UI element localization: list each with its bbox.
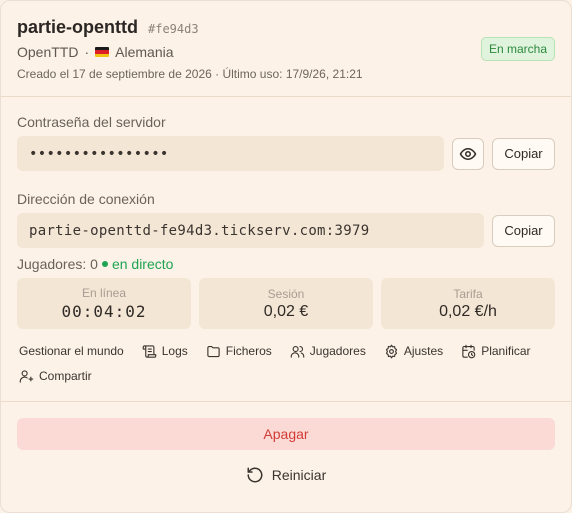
address-row: partie-openttd-fe94d3.tickserv.com:3979 … bbox=[17, 213, 555, 248]
footer: Apagar Reiniciar bbox=[1, 402, 571, 487]
stat-label: Tarifa bbox=[453, 286, 483, 301]
stat-label: Sesión bbox=[267, 286, 305, 301]
folder-icon bbox=[207, 345, 220, 357]
server-card: partie-openttd #fe94d3 OpenTTD · Alemani… bbox=[0, 0, 572, 513]
settings-link[interactable]: Ajustes bbox=[384, 343, 443, 359]
game-name: OpenTTD bbox=[17, 44, 79, 60]
separator: · bbox=[84, 44, 90, 60]
stat-session: Sesión 0,02 € bbox=[199, 278, 373, 329]
stat-rate: Tarifa 0,02 €/h bbox=[381, 278, 555, 329]
users-icon bbox=[290, 345, 305, 358]
manage-world-link[interactable]: Gestionar el mundo bbox=[19, 343, 124, 359]
restart-button[interactable]: Reiniciar bbox=[17, 463, 555, 487]
players-row: Jugadores: 0 en directo bbox=[17, 256, 555, 272]
server-name: partie-openttd bbox=[17, 17, 138, 37]
stat-label: En línea bbox=[81, 286, 127, 300]
manage-world-label: Gestionar el mundo bbox=[19, 344, 124, 358]
copy-password-button[interactable]: Copiar bbox=[492, 137, 555, 170]
title-row: partie-openttd #fe94d3 bbox=[17, 17, 555, 38]
calendar-clock-icon bbox=[462, 344, 476, 358]
schedule-link[interactable]: Planificar bbox=[461, 343, 531, 359]
status-badge: En marcha bbox=[480, 37, 555, 61]
address-field[interactable]: partie-openttd-fe94d3.tickserv.com:3979 bbox=[17, 213, 484, 248]
user-plus-icon bbox=[19, 369, 34, 383]
action-bar: Gestionar el mundo Logs Ficheros Jugador… bbox=[1, 343, 571, 384]
password-row: •••••••••••••••• Copiar bbox=[17, 136, 555, 171]
scroll-icon bbox=[142, 344, 157, 358]
server-subtitle: OpenTTD · Alemania bbox=[17, 44, 555, 60]
players-link[interactable]: Jugadores bbox=[290, 343, 366, 359]
connection-section: Contraseña del servidor ••••••••••••••••… bbox=[1, 114, 571, 329]
settings-label: Ajustes bbox=[403, 344, 444, 358]
stat-value: 0,02 €/h bbox=[439, 302, 497, 320]
rotate-ccw-icon bbox=[247, 467, 263, 483]
germany-flag-icon bbox=[95, 47, 110, 57]
eye-icon bbox=[459, 147, 477, 160]
stat-value: 00:04:02 bbox=[61, 302, 147, 321]
stat-value: 0,02 € bbox=[263, 302, 309, 320]
gear-icon bbox=[385, 344, 397, 358]
files-link[interactable]: Ficheros bbox=[206, 343, 272, 359]
server-meta: Creado el 17 de septiembre de 2026 · Últ… bbox=[17, 67, 363, 81]
copy-address-button[interactable]: Copiar bbox=[492, 214, 555, 247]
schedule-label: Planificar bbox=[481, 344, 531, 358]
share-label: Compartir bbox=[39, 369, 92, 383]
restart-label: Reiniciar bbox=[271, 467, 327, 483]
live-indicator: en directo bbox=[101, 256, 174, 272]
server-country: Alemania bbox=[115, 44, 174, 60]
password-field[interactable]: •••••••••••••••• bbox=[17, 136, 444, 171]
logs-label: Logs bbox=[161, 344, 188, 358]
players-count: Jugadores: 0 bbox=[17, 256, 98, 272]
share-link[interactable]: Compartir bbox=[19, 368, 92, 384]
stat-online: En línea 00:04:02 bbox=[17, 278, 191, 329]
stop-button[interactable]: Apagar bbox=[17, 418, 555, 450]
logs-link[interactable]: Logs bbox=[142, 343, 188, 359]
password-label: Contraseña del servidor bbox=[17, 114, 166, 130]
toggle-password-button[interactable] bbox=[452, 137, 484, 170]
live-dot-icon bbox=[101, 261, 108, 267]
server-id: #fe94d3 bbox=[148, 22, 199, 36]
stats-row: En línea 00:04:02 Sesión 0,02 € Tarifa 0… bbox=[17, 278, 555, 329]
address-label: Dirección de conexión bbox=[17, 191, 155, 207]
files-label: Ficheros bbox=[225, 344, 272, 358]
live-label: en directo bbox=[111, 256, 174, 272]
players-label: Jugadores bbox=[309, 344, 366, 358]
server-header: partie-openttd #fe94d3 OpenTTD · Alemani… bbox=[1, 1, 571, 81]
divider bbox=[1, 96, 571, 97]
